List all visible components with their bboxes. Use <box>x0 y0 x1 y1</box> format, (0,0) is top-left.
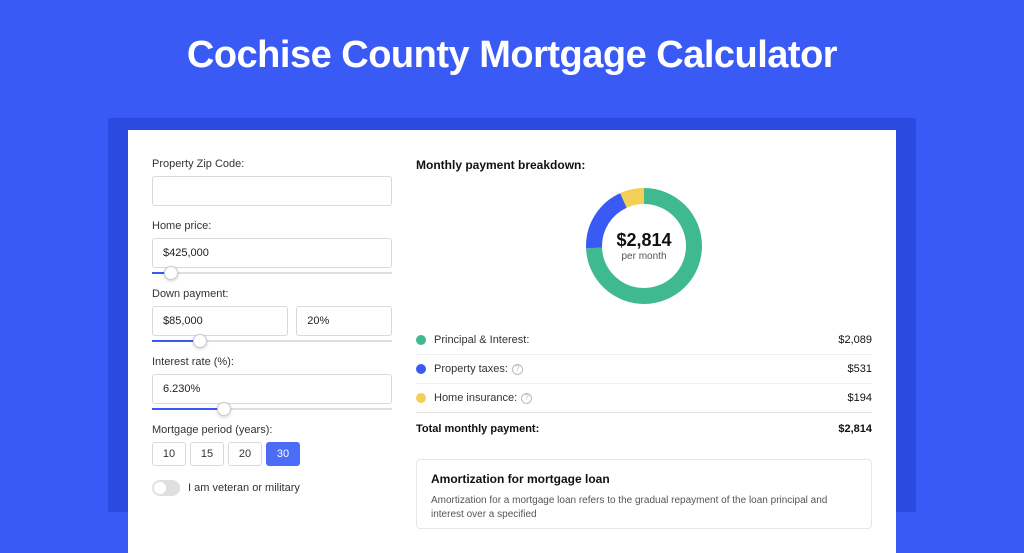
price-label: Home price: <box>152 220 392 232</box>
rate-slider-thumb[interactable] <box>217 402 231 416</box>
period-option-10[interactable]: 10 <box>152 442 186 466</box>
legend-amount: $194 <box>848 392 872 404</box>
help-icon[interactable]: ? <box>521 393 532 404</box>
rate-slider[interactable] <box>152 408 392 410</box>
amortization-title: Amortization for mortgage loan <box>431 472 857 486</box>
total-row: Total monthly payment: $2,814 <box>416 412 872 443</box>
period-option-15[interactable]: 15 <box>190 442 224 466</box>
total-label: Total monthly payment: <box>416 423 838 435</box>
veteran-label: I am veteran or military <box>188 482 300 494</box>
total-amount: $2,814 <box>838 423 872 435</box>
breakdown-legend: Principal & Interest:$2,089Property taxe… <box>416 326 872 412</box>
down-payment-slider[interactable] <box>152 340 392 342</box>
amortization-text: Amortization for a mortgage loan refers … <box>431 494 857 522</box>
payment-donut-chart: $2,814 per month <box>582 184 706 308</box>
legend-swatch <box>416 393 426 403</box>
period-options: 10152030 <box>152 442 392 466</box>
rate-input[interactable] <box>152 374 392 404</box>
breakdown-panel: Monthly payment breakdown: $2,814 per mo… <box>416 158 872 529</box>
veteran-toggle[interactable] <box>152 480 180 496</box>
donut-center-sub: per month <box>621 251 666 262</box>
legend-label: Property taxes:? <box>434 363 848 375</box>
calculator-card: Property Zip Code: Home price: Down paym… <box>128 130 896 553</box>
zip-field: Property Zip Code: <box>152 158 392 206</box>
period-option-30[interactable]: 30 <box>266 442 300 466</box>
amortization-box: Amortization for mortgage loan Amortizat… <box>416 459 872 529</box>
down-payment-label: Down payment: <box>152 288 392 300</box>
legend-label: Home insurance:? <box>434 392 848 404</box>
legend-amount: $2,089 <box>838 334 872 346</box>
zip-label: Property Zip Code: <box>152 158 392 170</box>
period-field: Mortgage period (years): 10152030 <box>152 424 392 466</box>
down-payment-pct-input[interactable] <box>296 306 392 336</box>
veteran-row: I am veteran or military <box>152 480 392 496</box>
down-payment-field: Down payment: <box>152 288 392 342</box>
price-slider[interactable] <box>152 272 392 274</box>
price-slider-thumb[interactable] <box>164 266 178 280</box>
legend-amount: $531 <box>848 363 872 375</box>
help-icon[interactable]: ? <box>512 364 523 375</box>
legend-row: Property taxes:?$531 <box>416 355 872 384</box>
legend-row: Home insurance:?$194 <box>416 384 872 412</box>
period-option-20[interactable]: 20 <box>228 442 262 466</box>
zip-input[interactable] <box>152 176 392 206</box>
price-field: Home price: <box>152 220 392 274</box>
down-payment-input[interactable] <box>152 306 288 336</box>
down-payment-slider-thumb[interactable] <box>193 334 207 348</box>
legend-swatch <box>416 364 426 374</box>
rate-label: Interest rate (%): <box>152 356 392 368</box>
legend-swatch <box>416 335 426 345</box>
legend-label: Principal & Interest: <box>434 334 838 346</box>
rate-field: Interest rate (%): <box>152 356 392 410</box>
form-panel: Property Zip Code: Home price: Down paym… <box>152 158 392 529</box>
period-label: Mortgage period (years): <box>152 424 392 436</box>
page-title: Cochise County Mortgage Calculator <box>0 0 1024 105</box>
breakdown-title: Monthly payment breakdown: <box>416 158 872 172</box>
legend-row: Principal & Interest:$2,089 <box>416 326 872 355</box>
price-input[interactable] <box>152 238 392 268</box>
donut-center-value: $2,814 <box>616 230 671 251</box>
